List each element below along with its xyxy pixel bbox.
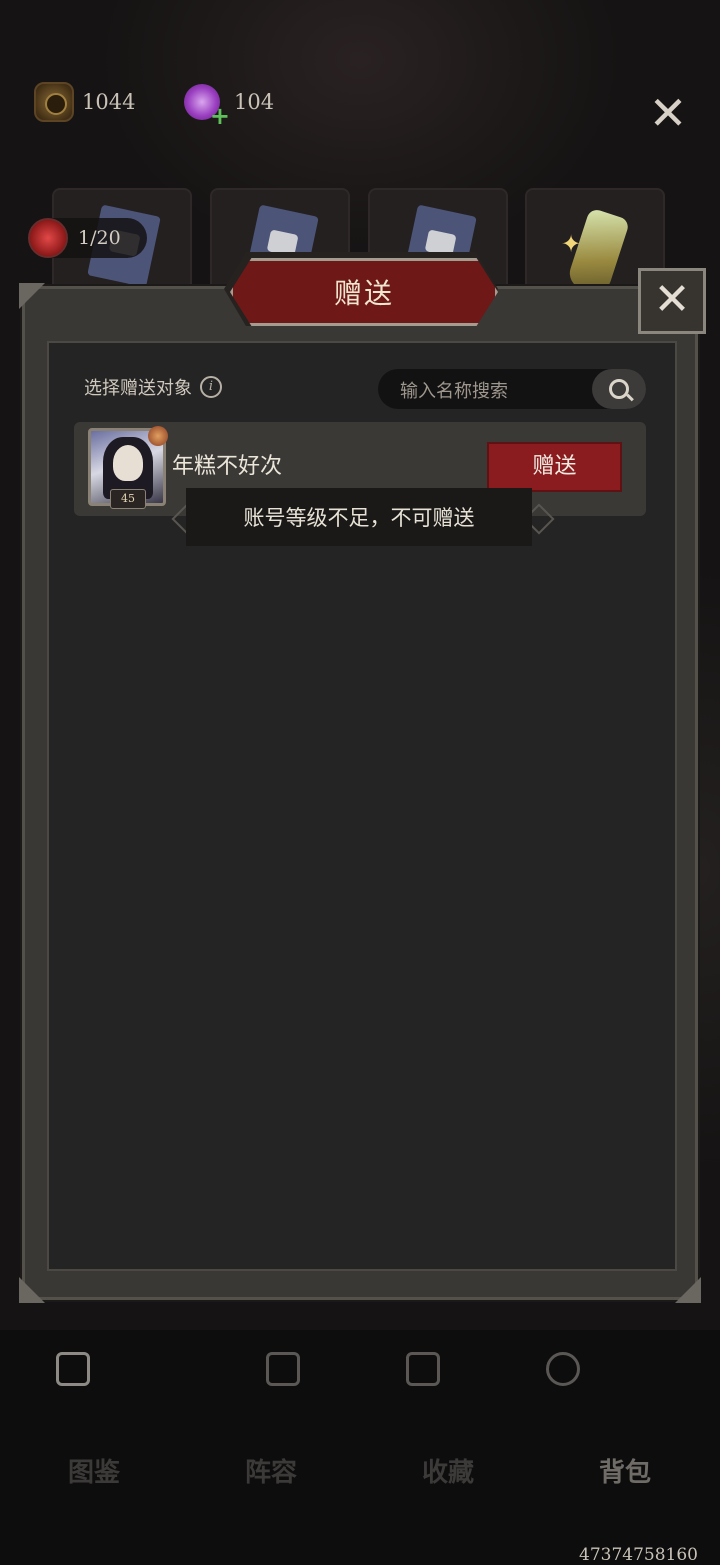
avatar-face xyxy=(113,445,143,481)
candy-icon[interactable]: + xyxy=(184,84,230,130)
more-icon[interactable] xyxy=(546,1352,580,1386)
bottom-tab-bar xyxy=(0,1330,720,1565)
info-icon[interactable]: i xyxy=(200,376,222,398)
footer-id: 47374758160 xyxy=(579,1545,698,1565)
item-counter-text: 1/20 xyxy=(78,227,121,249)
search-placeholder: 输入名称搜索 xyxy=(400,381,508,402)
dialog-title: 赠送 xyxy=(333,277,394,310)
tab-collection[interactable]: 图鉴 xyxy=(44,1452,144,1489)
dialog-corner xyxy=(19,1277,45,1303)
pumpkin-value: 1044 xyxy=(82,90,136,114)
level-badge: 45 xyxy=(110,489,146,509)
chest-icon[interactable] xyxy=(406,1352,440,1386)
add-candy-icon[interactable]: + xyxy=(210,102,230,130)
dialog-corner xyxy=(19,283,45,309)
avatar-badge-icon xyxy=(148,426,168,446)
select-recipient-label: 选择赠送对象 i xyxy=(84,374,222,400)
friend-name: 年糕不好次 xyxy=(172,454,283,479)
dialog-corner xyxy=(675,1277,701,1303)
close-icon[interactable]: ✕ xyxy=(645,90,691,136)
tab-backpack[interactable]: 背包 xyxy=(575,1452,675,1489)
dialog-title-banner: 赠送 xyxy=(230,258,498,326)
select-recipient-text: 选择赠送对象 xyxy=(84,378,192,399)
gift-button[interactable]: 赠送 xyxy=(487,442,622,492)
toast-text: 账号等级不足，不可赠送 xyxy=(243,506,475,530)
gift-icon[interactable] xyxy=(266,1352,300,1386)
tab-favorites[interactable]: 收藏 xyxy=(398,1452,498,1489)
search-button[interactable] xyxy=(592,369,646,409)
heart-icon xyxy=(28,218,68,258)
candy-value: 104 xyxy=(234,90,275,114)
pumpkin-coin-icon xyxy=(34,82,74,122)
dialog-close-button[interactable]: ✕ xyxy=(638,268,706,334)
candy-currency[interactable]: + 104 xyxy=(184,82,275,130)
item-counter: 1/20 xyxy=(28,218,147,258)
pumpkin-currency: 1044 xyxy=(34,82,135,122)
tab-lineup[interactable]: 阵容 xyxy=(221,1452,321,1489)
grid-icon[interactable] xyxy=(56,1352,90,1386)
toast-message: 账号等级不足，不可赠送 xyxy=(186,488,532,546)
sparkle-icon: ✦ xyxy=(561,230,582,258)
search-icon xyxy=(609,379,629,399)
